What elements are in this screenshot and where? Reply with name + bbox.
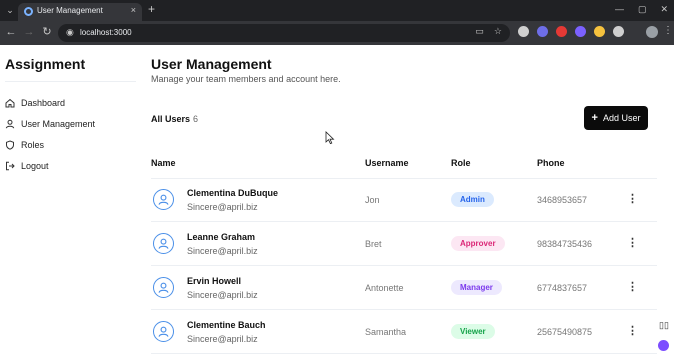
- column-header-name[interactable]: Name: [151, 158, 176, 168]
- site-info-icon[interactable]: ◉: [66, 27, 76, 37]
- page-title: User Management: [151, 56, 272, 72]
- role-badge: Admin: [451, 192, 494, 207]
- user-phone: 3468953657: [537, 195, 588, 205]
- brand-title: Assignment: [5, 56, 86, 72]
- user-username: Jon: [365, 195, 380, 205]
- column-header-username[interactable]: Username: [365, 158, 409, 168]
- sidebar-item-label: Roles: [21, 140, 45, 150]
- extension-icon[interactable]: [518, 26, 529, 37]
- tab-title: User Management: [37, 6, 103, 15]
- user-username: Antonette: [365, 283, 404, 293]
- browser-tab-bar: ⌄ User Management × + — ▢ ✕: [0, 0, 674, 21]
- extension-icon[interactable]: [594, 26, 605, 37]
- user-phone: 25675490875: [537, 327, 593, 337]
- back-icon[interactable]: ←: [4, 25, 18, 39]
- sidebar-item-logout[interactable]: Logout: [5, 158, 49, 174]
- user-avatar-icon: [158, 194, 169, 205]
- tab-close-icon[interactable]: ×: [131, 5, 136, 15]
- user-avatar-icon: [158, 282, 169, 293]
- table-row[interactable]: Leanne Graham Sincere@april.biz Bret App…: [151, 222, 657, 266]
- assistant-extension-icon[interactable]: [658, 340, 669, 351]
- avatar: [153, 189, 174, 210]
- column-header-phone[interactable]: Phone: [537, 158, 565, 168]
- address-bar[interactable]: ◉ localhost:3000 ▭ ☆: [58, 24, 510, 42]
- shield-icon: [5, 140, 15, 150]
- browser-menu-icon[interactable]: ⋮: [663, 25, 673, 36]
- more-options-icon[interactable]: ⋮: [627, 236, 638, 250]
- more-options-icon[interactable]: ⋮: [627, 192, 638, 206]
- role-badge: Approver: [451, 236, 505, 251]
- browser-tab[interactable]: User Management ×: [18, 3, 142, 21]
- more-options-icon[interactable]: ⋮: [627, 324, 638, 338]
- role-badge: Viewer: [451, 324, 495, 339]
- user-email: Sincere@april.biz: [187, 246, 258, 256]
- sidebar: Assignment Dashboard User Management Rol…: [0, 45, 138, 360]
- home-icon: [5, 98, 15, 108]
- all-users-label: All Users: [151, 114, 191, 124]
- reading-mode-icon[interactable]: ▯▯: [659, 320, 669, 331]
- react-favicon-icon: [24, 7, 33, 16]
- user-name: Leanne Graham: [187, 232, 256, 242]
- user-username: Samantha: [365, 327, 407, 337]
- omnibox-actions: ▭ ☆: [475, 26, 502, 37]
- user-icon: [5, 119, 15, 129]
- avatar: [153, 277, 174, 298]
- table-row[interactable]: Clementine Bauch Sincere@april.biz Saman…: [151, 310, 657, 354]
- bookmark-star-icon[interactable]: ☆: [494, 26, 502, 37]
- user-name: Clementine Bauch: [187, 320, 266, 330]
- sidebar-item-dashboard[interactable]: Dashboard: [5, 95, 65, 111]
- extension-icon[interactable]: [537, 26, 548, 37]
- extensions-puzzle-icon[interactable]: [613, 26, 624, 37]
- new-tab-button[interactable]: +: [148, 2, 155, 16]
- user-phone: 6774837657: [537, 283, 588, 293]
- sidebar-item-user-management[interactable]: User Management: [5, 116, 95, 132]
- extension-icon[interactable]: [556, 26, 567, 37]
- sidebar-item-label: Dashboard: [21, 98, 66, 108]
- user-name: Clementina DuBuque: [187, 188, 279, 198]
- window-controls: — ▢ ✕: [615, 2, 668, 16]
- avatar: [153, 233, 174, 254]
- page-subtitle: Manage your team members and account her…: [151, 74, 341, 84]
- forward-icon[interactable]: →: [22, 25, 36, 39]
- sidebar-item-label: User Management: [21, 119, 96, 129]
- browser-toolbar: ← → ↻ ◉ localhost:3000 ▭ ☆ ⋮: [0, 21, 674, 45]
- user-name: Ervin Howell: [187, 276, 242, 286]
- add-user-button[interactable]: + Add User: [584, 106, 648, 130]
- all-users-heading: All Users 6: [151, 114, 198, 124]
- user-email: Sincere@april.biz: [187, 202, 258, 212]
- user-avatar-icon: [158, 238, 169, 249]
- more-options-icon[interactable]: ⋮: [627, 280, 638, 294]
- add-user-label: Add User: [602, 113, 641, 123]
- profile-avatar[interactable]: [646, 26, 658, 38]
- column-header-role[interactable]: Role: [451, 158, 471, 168]
- main-content: User Management Manage your team members…: [138, 45, 674, 360]
- plus-icon: +: [591, 111, 598, 124]
- cast-icon[interactable]: ▭: [475, 26, 484, 37]
- logout-icon: [5, 161, 15, 171]
- user-count: 6: [193, 114, 199, 124]
- avatar: [153, 321, 174, 342]
- close-window-icon[interactable]: ✕: [660, 2, 668, 16]
- user-email: Sincere@april.biz: [187, 334, 258, 344]
- user-phone: 98384735436: [537, 239, 593, 249]
- user-email: Sincere@april.biz: [187, 290, 258, 300]
- extensions-row: [518, 26, 624, 37]
- reload-icon[interactable]: ↻: [40, 25, 54, 39]
- user-avatar-icon: [158, 326, 169, 337]
- table-row[interactable]: Clementina DuBuque Sincere@april.biz Jon…: [151, 178, 657, 222]
- tab-search-icon[interactable]: ⌄: [4, 4, 16, 16]
- table-row[interactable]: Ervin Howell Sincere@april.biz Antonette…: [151, 266, 657, 310]
- user-username: Bret: [365, 239, 382, 249]
- address-url[interactable]: localhost:3000: [80, 28, 132, 37]
- minimize-icon[interactable]: —: [615, 2, 624, 16]
- mouse-cursor-icon: [325, 131, 335, 145]
- sidebar-divider: [5, 81, 136, 82]
- sidebar-item-label: Logout: [21, 161, 49, 171]
- role-badge: Manager: [451, 280, 502, 295]
- maximize-icon[interactable]: ▢: [638, 2, 647, 16]
- extension-icon[interactable]: [575, 26, 586, 37]
- sidebar-item-roles[interactable]: Roles: [5, 137, 44, 153]
